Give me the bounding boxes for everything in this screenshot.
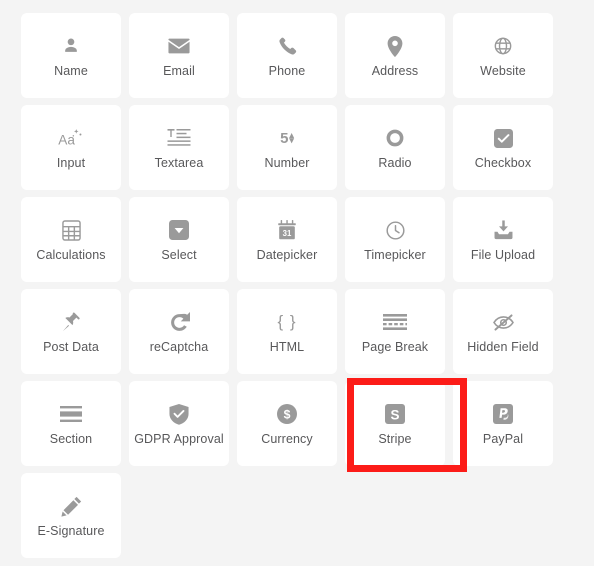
field-label: Post Data bbox=[43, 340, 99, 355]
field-label: HTML bbox=[269, 340, 305, 355]
spinner-down-icon: ▾ bbox=[289, 135, 294, 146]
field-card-page-break[interactable]: Page Break bbox=[345, 289, 445, 374]
field-label: Section bbox=[49, 432, 93, 447]
field-label: reCaptcha bbox=[149, 340, 209, 355]
paypal-icon bbox=[493, 401, 513, 427]
field-label: Stripe bbox=[378, 432, 412, 447]
globe-icon bbox=[493, 33, 513, 59]
field-label: Checkbox bbox=[474, 156, 532, 171]
field-label: Textarea bbox=[154, 156, 204, 171]
calculator-icon bbox=[61, 217, 81, 243]
field-label: Input bbox=[56, 156, 86, 171]
field-card-input[interactable]: Aa Input bbox=[21, 105, 121, 190]
field-label: File Upload bbox=[470, 248, 536, 263]
upload-icon bbox=[493, 217, 514, 243]
field-card-gdpr-approval[interactable]: GDPR Approval bbox=[129, 381, 229, 466]
field-card-email[interactable]: Email bbox=[129, 13, 229, 98]
checkbox-icon bbox=[493, 125, 513, 151]
field-card-datepicker[interactable]: 31 Datepicker bbox=[237, 197, 337, 282]
svg-text:Aa: Aa bbox=[58, 133, 75, 148]
text-lines-icon bbox=[167, 125, 191, 151]
field-card-calculations[interactable]: Calculations bbox=[21, 197, 121, 282]
form-fields-palette: Name Email Phone Address Website Aa Inpu… bbox=[0, 0, 594, 566]
section-lines-icon bbox=[60, 401, 82, 427]
field-label: Website bbox=[480, 64, 526, 79]
shield-check-icon bbox=[169, 401, 189, 427]
number-spinner-icon: 5 ▴ ▾ bbox=[280, 125, 294, 151]
clock-icon bbox=[385, 217, 406, 243]
braces-glyph: { } bbox=[277, 312, 297, 332]
page-break-icon bbox=[383, 309, 407, 335]
field-card-textarea[interactable]: Textarea bbox=[129, 105, 229, 190]
field-card-number[interactable]: 5 ▴ ▾ Number bbox=[237, 105, 337, 190]
field-card-recaptcha[interactable]: reCaptcha bbox=[129, 289, 229, 374]
map-pin-icon bbox=[387, 33, 403, 59]
field-card-e-signature[interactable]: E-Signature bbox=[21, 473, 121, 558]
field-label: Radio bbox=[378, 156, 412, 171]
field-card-stripe[interactable]: S Stripe bbox=[345, 381, 445, 466]
field-card-phone[interactable]: Phone bbox=[237, 13, 337, 98]
field-label: Email bbox=[163, 64, 195, 79]
dropdown-icon bbox=[169, 217, 189, 243]
eye-off-icon bbox=[492, 309, 515, 335]
user-icon bbox=[61, 33, 81, 59]
field-label: Timepicker bbox=[364, 248, 426, 263]
field-card-paypal[interactable]: PayPal bbox=[453, 381, 553, 466]
field-card-name[interactable]: Name bbox=[21, 13, 121, 98]
field-label: PayPal bbox=[482, 432, 524, 447]
field-label: GDPR Approval bbox=[134, 432, 224, 447]
dollar-coin-icon: $ bbox=[277, 401, 297, 427]
refresh-icon bbox=[169, 309, 190, 335]
field-label: Hidden Field bbox=[467, 340, 539, 355]
field-card-timepicker[interactable]: Timepicker bbox=[345, 197, 445, 282]
phone-icon bbox=[277, 33, 297, 59]
svg-text:$: $ bbox=[284, 408, 291, 422]
field-label: Address bbox=[371, 64, 419, 79]
field-card-radio[interactable]: Radio bbox=[345, 105, 445, 190]
calendar-icon: 31 bbox=[277, 217, 297, 243]
field-card-file-upload[interactable]: File Upload bbox=[453, 197, 553, 282]
curly-braces-icon: { } bbox=[277, 309, 296, 335]
field-label: Page Break bbox=[361, 340, 429, 355]
pin-icon bbox=[61, 309, 82, 335]
field-card-html[interactable]: { } HTML bbox=[237, 289, 337, 374]
field-card-select[interactable]: Select bbox=[129, 197, 229, 282]
field-label: Select bbox=[161, 248, 197, 263]
field-label: Number bbox=[264, 156, 310, 171]
field-label: E-Signature bbox=[37, 524, 105, 539]
field-card-currency[interactable]: $ Currency bbox=[237, 381, 337, 466]
field-label: Currency bbox=[261, 432, 313, 447]
field-card-address[interactable]: Address bbox=[345, 13, 445, 98]
field-label: Name bbox=[54, 64, 88, 79]
number-value: 5 bbox=[280, 129, 289, 147]
field-card-checkbox[interactable]: Checkbox bbox=[453, 105, 553, 190]
field-label: Phone bbox=[268, 64, 306, 79]
field-card-post-data[interactable]: Post Data bbox=[21, 289, 121, 374]
field-card-hidden-field[interactable]: Hidden Field bbox=[453, 289, 553, 374]
stripe-icon: S bbox=[385, 401, 405, 427]
field-label: Calculations bbox=[36, 248, 106, 263]
envelope-icon bbox=[168, 33, 190, 59]
svg-text:31: 31 bbox=[283, 229, 292, 238]
field-label: Datepicker bbox=[256, 248, 318, 263]
field-card-website[interactable]: Website bbox=[453, 13, 553, 98]
text-input-icon: Aa bbox=[58, 125, 84, 151]
radio-circle-icon bbox=[385, 125, 405, 151]
field-card-section[interactable]: Section bbox=[21, 381, 121, 466]
svg-text:S: S bbox=[390, 408, 399, 423]
pencil-icon bbox=[60, 493, 82, 519]
